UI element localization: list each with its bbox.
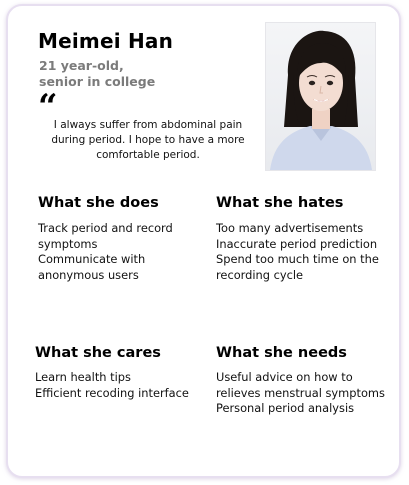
section-title-hates: What she hates [216,195,344,211]
list-item: Communicate with anonymous users [38,252,146,282]
persona-photo [265,22,376,171]
persona-age: 21 year-old, [39,58,124,73]
list-item: Inaccurate period prediction [216,236,378,251]
list-item: Efficient recoding interface [35,385,189,400]
list-item: Personal period analysis [216,401,355,415]
list-item: Spend too much time on the recording cyc… [216,252,379,282]
section-list-hates: Too many advertisements Inaccurate perio… [216,221,386,283]
section-title-cares: What she cares [35,345,161,361]
list-item: Learn health tips [35,370,131,384]
list-item: Track period and record symptoms [38,221,173,251]
section-title-needs: What she needs [216,345,347,361]
persona-quote: I always suffer from abdominal pain duri… [51,119,245,161]
list-item: Useful advice on how to relieves menstru… [216,370,385,400]
portrait-photo-icon [266,23,375,170]
section-list-needs: Useful advice on how to relieves menstru… [216,370,386,417]
section-list-does: Track period and record symptoms Communi… [38,221,203,283]
section-list-cares: Learn health tips Efficient recoding int… [35,370,200,401]
persona-name: Meimei Han [38,29,174,53]
list-item: Too many advertisements [216,221,364,235]
persona-occupation: senior in college [39,74,156,89]
persona-subtitle: 21 year-old, senior in college [39,58,179,90]
section-title-does: What she does [38,195,159,211]
